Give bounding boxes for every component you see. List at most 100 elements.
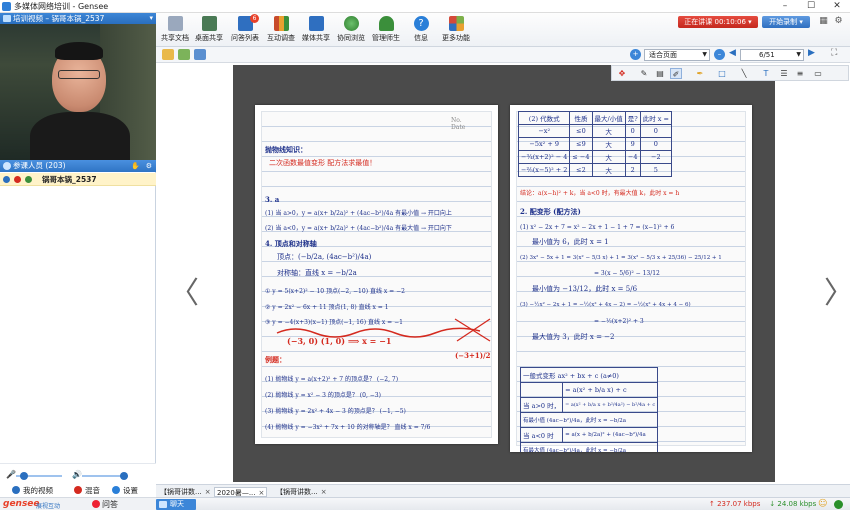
table-row: −⅖(x−5)² + 2 ≤2 大 2 5 <box>517 163 672 177</box>
close-tab-icon[interactable]: × <box>321 488 327 496</box>
members-settings-icon[interactable]: ⚙ <box>146 160 152 172</box>
table-cell: 0 <box>639 124 672 138</box>
table-cell: = a(x + b/2a)² + (4ac−b²)/4a <box>562 427 659 443</box>
note-line: (2) 3x² − 5x + 1 = 3(x² − 5/3 x) + 1 = 3… <box>520 255 722 261</box>
layout-icon[interactable]: ▦ <box>818 16 829 27</box>
table-cell: ≤ −4 <box>569 150 593 164</box>
settings-label: 设置 <box>123 486 138 495</box>
document-tab[interactable]: 【锅哥讲数... × <box>158 487 213 497</box>
text-box-icon[interactable]: ▤ <box>654 68 666 79</box>
page-select[interactable]: 6/51 ▼ <box>740 49 804 61</box>
qa-list-label: 问答列表 <box>231 34 259 42</box>
status-bar: 聊天 ↑ 237.07 kbps ↓ 24.08 kbps ☺ <box>156 497 850 510</box>
table-row: = a(x² + b/a x) + c <box>519 382 659 398</box>
mic-slider-knob[interactable] <box>20 472 28 480</box>
record-button[interactable]: 开始录制 ▾ <box>762 16 810 28</box>
info-icon: ? <box>413 16 429 31</box>
survey-button[interactable]: 互动调查 <box>264 16 298 46</box>
speaker-slider-knob[interactable] <box>120 472 128 480</box>
table-cell: ≤2 <box>569 163 593 177</box>
marker-icon[interactable]: ✒ <box>694 68 706 79</box>
table-cell: 大 <box>591 150 626 164</box>
line-style-icon[interactable]: ≡ <box>794 68 806 79</box>
co-browse-button[interactable]: 协同浏览 <box>334 16 368 46</box>
note-line: 4. 顶点和对称轴 <box>265 239 317 248</box>
my-video-button[interactable]: 我的视频 <box>12 486 53 496</box>
note-line: 顶点：(−b/2a, (4ac−b²)/4a) <box>277 253 372 261</box>
notebook-page-right: (2) 代数式 性质 最大/小值 是? 此时 x = −x² ≤0 大 0 0 … <box>510 105 752 452</box>
mic-volume-slider[interactable]: 🎤 <box>6 470 66 480</box>
qa-list-button[interactable]: 问答列表 6 <box>228 14 262 46</box>
highlighter-icon[interactable]: ✐ <box>670 68 682 79</box>
close-tab-icon[interactable]: × <box>259 489 265 497</box>
share-document-label: 共享文档 <box>161 34 189 42</box>
table-cell: −x² <box>517 124 571 138</box>
close-tab-icon[interactable]: × <box>205 488 211 496</box>
prev-page-icon[interactable]: ◀ <box>729 48 736 58</box>
manage-users-button[interactable]: 管理师生 <box>369 16 403 46</box>
mixer-button[interactable]: 混音 <box>74 486 100 496</box>
document-tab[interactable]: 【锅哥讲数... × <box>274 487 329 497</box>
mixer-icon <box>74 486 82 494</box>
table-row: −¾(x+2)² − 4 ≤ −4 大 −4 −2 <box>517 150 672 164</box>
rectangle-icon[interactable]: □ <box>716 68 728 79</box>
line-icon[interactable]: ╲ <box>738 68 750 79</box>
qa-icon <box>92 500 100 508</box>
members-header: 参课人员 (203) ✋ ⚙ <box>0 160 156 172</box>
info-button[interactable]: ? 信息 <box>404 16 438 46</box>
zoom-out-icon[interactable]: – <box>714 49 725 60</box>
table-cell: −¾(x+2)² − 4 <box>517 150 571 164</box>
eraser-icon[interactable]: ▭ <box>812 68 824 79</box>
next-page-arrow[interactable]: 〉 <box>824 268 850 312</box>
share-document-button[interactable]: 共享文档 <box>158 16 192 46</box>
settings-button[interactable]: 设置 <box>112 486 138 496</box>
document-list-icon[interactable] <box>194 49 206 60</box>
mixer-label: 混音 <box>85 486 100 495</box>
chat-button[interactable]: 聊天 <box>156 499 196 510</box>
mic-icon: 🎤 <box>6 470 16 479</box>
chat-label: 聊天 <box>170 500 184 508</box>
close-button[interactable]: ✕ <box>824 0 850 13</box>
app-icon <box>2 2 11 11</box>
download-speed: ↓ 24.08 kbps <box>769 500 817 508</box>
line-width-icon[interactable]: ☰ <box>778 68 790 79</box>
speaker-volume-slider[interactable]: 🔊 <box>72 470 132 480</box>
panel-menu-icon[interactable]: ▾ <box>149 13 153 24</box>
table-cell: −4 <box>624 150 641 164</box>
fullscreen-icon[interactable]: ⛶ <box>831 48 837 58</box>
zoom-select[interactable]: 适合页面 ▼ <box>644 49 710 61</box>
member-list-item[interactable]: 锅哥本锅_2537 <box>0 173 156 186</box>
table-cell: 当 a>0 时， <box>519 397 564 413</box>
emoji-icon[interactable]: ☺ <box>818 499 827 509</box>
open-folder-icon[interactable] <box>162 49 174 60</box>
table-cell: = a(x² + b/a x + b²/4a²) − b²/4a + c <box>562 397 659 413</box>
note-line: (2) 当 a<0，y = a(x+ b/2a)² + (4ac−b²)/4a … <box>265 225 452 232</box>
title-bar: 多媒体网络培训 - Gensee – ☐ ✕ <box>0 0 850 13</box>
more-features-button[interactable]: 更多功能 <box>439 16 473 46</box>
next-page-icon[interactable]: ▶ <box>808 48 815 58</box>
qa-button[interactable]: 问答 <box>92 499 118 510</box>
document-tab-active[interactable]: 2020暑—... × <box>214 487 268 497</box>
info-label: 信息 <box>414 34 428 42</box>
pointer-icon[interactable]: ✥ <box>616 68 628 79</box>
bar-chart-icon <box>273 16 289 31</box>
table-cell: 9 <box>624 137 641 151</box>
text-icon[interactable]: T <box>760 68 772 79</box>
note-line: 二次函数最值变形 配方法求最值！ <box>269 159 377 167</box>
add-document-icon[interactable] <box>178 49 190 60</box>
previous-page-arrow[interactable]: 〈 <box>169 268 199 312</box>
note-line: ② y = 2x² − 6x + 11 顶点(1, 8) 直线 x = 1 <box>265 304 389 311</box>
desktop-share-button[interactable]: 桌面共享 <box>192 16 226 46</box>
live-status-button[interactable]: 正在讲课 00:10:06 ▾ <box>678 16 758 28</box>
minimize-button[interactable]: – <box>772 0 798 13</box>
table-header-cell: 是? <box>624 111 641 125</box>
zoom-in-icon[interactable]: + <box>630 49 641 60</box>
hand-raise-icon[interactable]: ✋ <box>131 160 140 172</box>
media-icon <box>308 16 324 31</box>
maximize-button[interactable]: ☐ <box>798 0 824 13</box>
media-share-button[interactable]: 媒体共享 <box>299 16 333 46</box>
more-features-label: 更多功能 <box>442 34 470 42</box>
video-panel-title: 培训视频 – 锅哥本锅_2537 <box>13 14 105 23</box>
settings-gear-icon[interactable]: ⚙ <box>833 16 844 27</box>
pen-icon[interactable]: ✎ <box>638 68 650 79</box>
